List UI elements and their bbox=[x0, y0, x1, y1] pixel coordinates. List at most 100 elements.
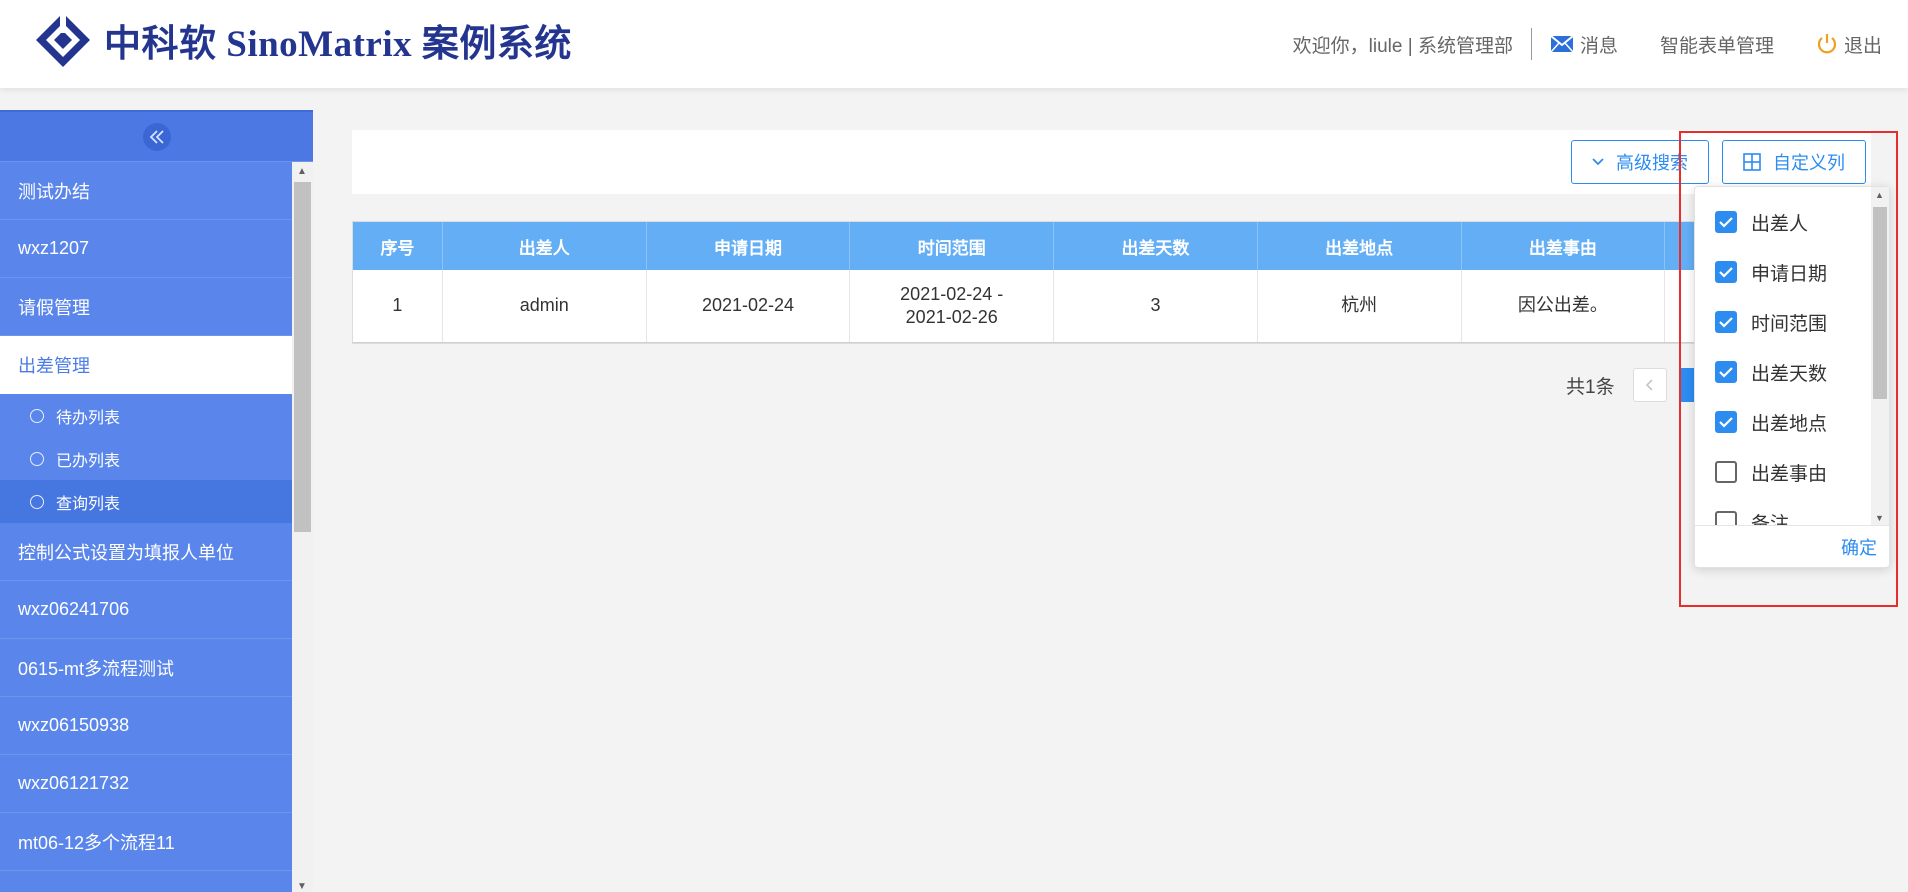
envelope-icon bbox=[1550, 34, 1574, 54]
sidebar-item-label: 0615-mt多流程测试 bbox=[18, 658, 175, 679]
sidebar-subitem-selected[interactable]: 查询列表 bbox=[0, 480, 292, 523]
checkbox-checked-icon[interactable] bbox=[1715, 211, 1737, 233]
sidebar-item[interactable]: 请假管理 bbox=[0, 278, 292, 336]
sidebar-subitem-label: 待办列表 bbox=[56, 409, 121, 427]
column-header[interactable]: 时间范围 bbox=[850, 222, 1055, 270]
scroll-down-icon[interactable]: ▼ bbox=[1875, 513, 1884, 523]
table-cell: 杭州 bbox=[1258, 270, 1462, 342]
sidebar-item[interactable]: 控制公式设置为填报人单位 bbox=[0, 523, 292, 581]
checkbox-unchecked-icon[interactable] bbox=[1715, 461, 1737, 483]
header-actions: 欢迎你，liule | 系统管理部 消息 智能表单管理 退出 bbox=[1293, 28, 1882, 60]
checkbox-unchecked-icon[interactable] bbox=[1715, 511, 1737, 525]
logout-link[interactable]: 退出 bbox=[1816, 31, 1882, 58]
scroll-down-icon[interactable]: ▼ bbox=[297, 881, 307, 892]
data-table: 序号 出差人 申请日期 时间范围 出差天数 出差地点 出差事由 1 admin … bbox=[352, 221, 1871, 344]
sidebar-item[interactable]: 测试办结 bbox=[0, 162, 292, 220]
column-option[interactable]: 出差地点 bbox=[1695, 397, 1871, 447]
column-option-label: 出差人 bbox=[1751, 213, 1809, 235]
advanced-search-button[interactable]: 高级搜索 bbox=[1571, 140, 1709, 184]
scroll-up-icon[interactable]: ▲ bbox=[1875, 190, 1884, 200]
column-header[interactable]: 出差地点 bbox=[1258, 222, 1462, 270]
power-icon bbox=[1816, 33, 1838, 55]
sidebar-subitem[interactable]: 待办列表 bbox=[0, 394, 292, 437]
column-header[interactable]: 序号 bbox=[353, 222, 443, 270]
table-cell: admin bbox=[443, 270, 647, 342]
sidebar-item[interactable]: wxz1207 bbox=[0, 220, 292, 278]
column-picker-popover: 出差人 申请日期 时间范围 出差天数 出差地点 出差事由 备注 ▲ ▼ 确定 bbox=[1694, 186, 1890, 568]
confirm-button[interactable]: 确定 bbox=[1841, 534, 1877, 560]
scrollbar-thumb[interactable] bbox=[294, 182, 311, 532]
sidebar-subitem[interactable]: 已办列表 bbox=[0, 437, 292, 480]
column-option[interactable]: 出差天数 bbox=[1695, 347, 1871, 397]
sidebar-item[interactable]: wxz06241706 bbox=[0, 581, 292, 639]
column-option[interactable]: 备注 bbox=[1695, 497, 1871, 525]
sidebar-item[interactable]: mt06-12多个流程11 bbox=[0, 813, 292, 871]
column-header[interactable]: 申请日期 bbox=[647, 222, 851, 270]
sidebar-item[interactable]: wxz06150938 bbox=[0, 697, 292, 755]
sidebar-subitem-label: 已办列表 bbox=[56, 452, 121, 470]
circle-icon bbox=[30, 494, 44, 509]
double-chevron-left-icon[interactable] bbox=[142, 122, 171, 151]
chevron-left-icon[interactable] bbox=[1632, 368, 1667, 402]
column-header[interactable]: 出差天数 bbox=[1054, 222, 1258, 270]
column-option[interactable]: 申请日期 bbox=[1695, 247, 1871, 297]
grid-icon bbox=[1743, 153, 1761, 171]
column-option-label: 备注 bbox=[1751, 513, 1790, 526]
scroll-up-icon[interactable]: ▲ bbox=[297, 166, 307, 177]
form-manage-link[interactable]: 智能表单管理 bbox=[1660, 31, 1774, 58]
logo-diamond-icon bbox=[34, 11, 92, 69]
sidebar-item[interactable]: wxz06121732 bbox=[0, 755, 292, 813]
table-cell: 2021-02-24 bbox=[647, 270, 851, 342]
scrollbar-thumb[interactable] bbox=[1873, 207, 1887, 399]
sidebar-collapse-bar bbox=[0, 110, 313, 162]
pagination-total: 共1条 bbox=[1566, 376, 1615, 398]
logo-text: 中科软 SinoMatrix 案例系统 bbox=[104, 24, 572, 65]
custom-columns-button[interactable]: 自定义列 bbox=[1722, 140, 1866, 184]
sidebar-item-label: 出差管理 bbox=[18, 356, 90, 376]
circle-icon bbox=[30, 408, 44, 423]
column-picker-scrollbar[interactable]: ▲ ▼ bbox=[1871, 187, 1889, 525]
pagination: 共1条 bbox=[1566, 368, 1713, 402]
messages-label: 消息 bbox=[1579, 35, 1618, 57]
sidebar-item-label: 请假管理 bbox=[18, 297, 90, 318]
checkbox-checked-icon[interactable] bbox=[1715, 361, 1737, 383]
column-header[interactable]: 出差人 bbox=[443, 222, 647, 270]
checkbox-checked-icon[interactable] bbox=[1715, 311, 1737, 333]
checkbox-checked-icon[interactable] bbox=[1715, 411, 1737, 433]
advanced-search-label: 高级搜索 bbox=[1616, 153, 1688, 173]
sidebar-item-label: wxz06121732 bbox=[18, 773, 130, 793]
sidebar-item-label: wxz06150938 bbox=[18, 715, 130, 735]
sidebar-item-label: wxz06241706 bbox=[18, 599, 130, 619]
table-cell: 1 bbox=[353, 270, 443, 342]
sidebar: 测试办结 wxz1207 请假管理 出差管理 待办列表 已办列表 查询列表 控制… bbox=[0, 110, 313, 892]
column-option-label: 时间范围 bbox=[1751, 313, 1828, 335]
messages-link[interactable]: 消息 bbox=[1550, 31, 1618, 58]
sidebar-item-active[interactable]: 出差管理 bbox=[0, 336, 292, 394]
sidebar-subitem-label: 查询列表 bbox=[56, 495, 121, 513]
column-option-label: 出差天数 bbox=[1751, 363, 1828, 385]
custom-columns-label: 自定义列 bbox=[1773, 153, 1845, 173]
column-option[interactable]: 出差事由 bbox=[1695, 447, 1871, 497]
column-option-label: 申请日期 bbox=[1751, 263, 1828, 285]
logo: 中科软 SinoMatrix 案例系统 bbox=[34, 10, 572, 70]
sidebar-scrollbar[interactable]: ▲ ▼ bbox=[292, 162, 313, 892]
column-header[interactable]: 出差事由 bbox=[1462, 222, 1666, 270]
top-header: 中科软 SinoMatrix 案例系统 欢迎你，liule | 系统管理部 消息… bbox=[0, 0, 1908, 88]
chevron-down-icon bbox=[1592, 158, 1604, 166]
column-option[interactable]: 出差人 bbox=[1695, 197, 1871, 247]
form-manage-label: 智能表单管理 bbox=[1659, 35, 1774, 57]
table-cell: 因公出差。 bbox=[1462, 270, 1666, 342]
sidebar-item-label: 控制公式设置为填报人单位 bbox=[18, 542, 234, 563]
sidebar-item[interactable]: 0615-mt多流程测试 bbox=[0, 639, 292, 697]
table-row[interactable]: 1 admin 2021-02-24 2021-02-24 - 2021-02-… bbox=[353, 270, 1871, 343]
sidebar-item-label: wxz1207 bbox=[18, 238, 90, 258]
checkbox-checked-icon[interactable] bbox=[1715, 261, 1737, 283]
column-option[interactable]: 时间范围 bbox=[1695, 297, 1871, 347]
sidebar-nav: 测试办结 wxz1207 请假管理 出差管理 待办列表 已办列表 查询列表 控制… bbox=[0, 162, 292, 871]
column-picker-footer: 确定 bbox=[1695, 525, 1889, 568]
column-option-label: 出差地点 bbox=[1751, 413, 1828, 435]
table-header: 序号 出差人 申请日期 时间范围 出差天数 出差地点 出差事由 bbox=[353, 222, 1871, 270]
column-option-label: 出差事由 bbox=[1751, 463, 1828, 485]
logout-label: 退出 bbox=[1843, 35, 1882, 57]
sidebar-item-label: mt06-12多个流程11 bbox=[18, 832, 175, 853]
